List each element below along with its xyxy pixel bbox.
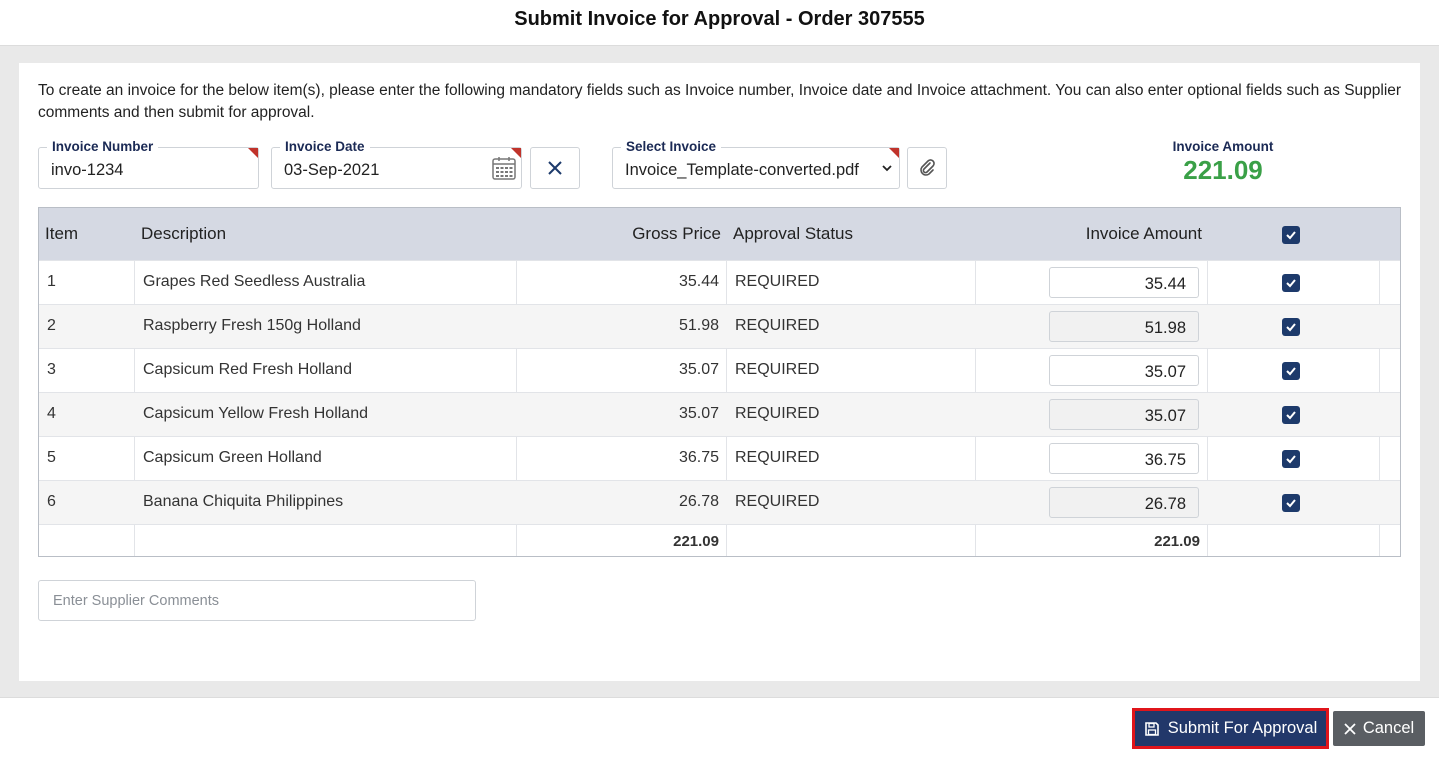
header-invoice-amount[interactable]: Invoice Amount — [1086, 224, 1202, 244]
amount-input[interactable]: 35.07 — [1049, 355, 1199, 386]
cell-item: 4 — [47, 405, 56, 422]
cell-description: Grapes Red Seedless Australia — [143, 273, 366, 290]
amount-input[interactable]: 26.78 — [1049, 487, 1199, 518]
submit-for-approval-button[interactable]: Submit For Approval — [1132, 708, 1329, 749]
table-row[interactable]: 6 Banana Chiquita Philippines 26.78 REQU… — [39, 480, 1400, 524]
total-invoice-amount: 221.09 — [1154, 533, 1200, 550]
dialog-body: To create an invoice for the below item(… — [19, 63, 1420, 681]
cell-gross-price: 51.98 — [678, 317, 719, 334]
checkmark-icon — [1286, 455, 1296, 464]
cell-description: Capsicum Yellow Fresh Holland — [143, 405, 368, 422]
instructions-text: To create an invoice for the below item(… — [38, 82, 1402, 121]
row-checkbox[interactable] — [1282, 362, 1300, 380]
amount-input[interactable]: 35.44 — [1049, 267, 1199, 298]
invoice-number-label: Invoice Number — [47, 139, 159, 155]
table-row[interactable]: 4 Capsicum Yellow Fresh Holland 35.07 RE… — [39, 392, 1400, 436]
calendar-icon[interactable] — [491, 155, 517, 181]
amount-input[interactable]: 36.75 — [1049, 443, 1199, 474]
supplier-comments-input[interactable]: Enter Supplier Comments — [38, 580, 476, 621]
header-approval-status[interactable]: Approval Status — [733, 224, 853, 244]
dialog-title: Submit Invoice for Approval - Order 3075… — [0, 0, 1439, 46]
invoice-date-value: 03-Sep-2021 — [284, 161, 380, 179]
dialog-footer: Submit For Approval Cancel — [0, 697, 1439, 763]
table-row[interactable]: 2 Raspberry Fresh 150g Holland 51.98 REQ… — [39, 304, 1400, 348]
cell-gross-price: 35.44 — [678, 273, 719, 290]
invoice-date-field[interactable]: Invoice Date 03-Sep-2021 — [271, 139, 522, 189]
row-checkbox[interactable] — [1282, 494, 1300, 512]
header-gross-price[interactable]: Gross Price — [632, 224, 721, 244]
close-icon — [548, 161, 562, 175]
cell-status: REQUIRED — [735, 361, 820, 378]
cell-status: REQUIRED — [735, 493, 820, 510]
table-row[interactable]: 1 Grapes Red Seedless Australia 35.44 RE… — [39, 260, 1400, 304]
cell-item: 1 — [47, 273, 56, 290]
cell-item: 5 — [47, 449, 56, 466]
clear-date-button[interactable] — [530, 147, 580, 189]
cell-gross-price: 35.07 — [678, 361, 719, 378]
select-invoice-value: Invoice_Template-converted.pdf — [625, 161, 859, 179]
row-checkbox[interactable] — [1282, 450, 1300, 468]
paperclip-icon — [920, 159, 935, 176]
header-description[interactable]: Description — [141, 224, 226, 244]
select-invoice-label: Select Invoice — [621, 139, 722, 155]
cancel-button[interactable]: Cancel — [1333, 711, 1425, 746]
checkmark-icon — [1286, 411, 1296, 420]
totals-row: 221.09 221.09 — [39, 524, 1400, 556]
cell-description: Raspberry Fresh 150g Holland — [143, 317, 361, 334]
invoice-amount-total: 221.09 — [1183, 155, 1263, 185]
cell-item: 2 — [47, 317, 56, 334]
checkmark-icon — [1286, 323, 1296, 332]
amount-input[interactable]: 51.98 — [1049, 311, 1199, 342]
chevron-down-icon — [882, 165, 892, 172]
row-checkbox[interactable] — [1282, 274, 1300, 292]
cancel-label: Cancel — [1362, 719, 1415, 737]
checkmark-icon — [1286, 231, 1296, 240]
invoice-number-value: invo-1234 — [51, 161, 124, 179]
invoice-items-table: Item Description Gross Price Approval St… — [38, 207, 1401, 557]
table-row[interactable]: 3 Capsicum Red Fresh Holland 35.07 REQUI… — [39, 348, 1400, 392]
amount-input[interactable]: 35.07 — [1049, 399, 1199, 430]
table-row[interactable]: 5 Capsicum Green Holland 36.75 REQUIRED … — [39, 436, 1400, 480]
cell-item: 3 — [47, 361, 56, 378]
cell-description: Banana Chiquita Philippines — [143, 493, 344, 510]
invoice-date-label: Invoice Date — [280, 139, 370, 155]
required-marker — [889, 148, 899, 158]
cell-gross-price: 36.75 — [678, 449, 719, 466]
attach-file-button[interactable] — [907, 147, 947, 189]
select-all-checkbox[interactable] — [1282, 226, 1300, 244]
cell-item: 6 — [47, 493, 56, 510]
row-checkbox[interactable] — [1282, 406, 1300, 424]
invoice-amount-label: Invoice Amount — [1172, 139, 1274, 154]
checkmark-icon — [1286, 279, 1296, 288]
cell-description: Capsicum Red Fresh Holland — [143, 361, 352, 378]
select-invoice-dropdown[interactable]: Select Invoice Invoice_Template-converte… — [612, 139, 900, 189]
cell-gross-price: 35.07 — [678, 405, 719, 422]
invoice-amount-summary: Invoice Amount 221.09 — [1168, 139, 1278, 186]
table-header: Item Description Gross Price Approval St… — [39, 208, 1400, 260]
checkmark-icon — [1286, 367, 1296, 376]
required-marker — [248, 148, 258, 158]
cell-status: REQUIRED — [735, 449, 820, 466]
cell-description: Capsicum Green Holland — [143, 449, 322, 466]
submit-label: Submit For Approval — [1167, 719, 1318, 737]
cell-gross-price: 26.78 — [678, 493, 719, 510]
row-checkbox[interactable] — [1282, 318, 1300, 336]
save-icon — [1144, 721, 1159, 736]
cell-status: REQUIRED — [735, 405, 820, 422]
cell-status: REQUIRED — [735, 317, 820, 334]
close-icon — [1344, 722, 1356, 735]
checkmark-icon — [1286, 499, 1296, 508]
total-gross-price: 221.09 — [673, 533, 719, 550]
invoice-number-field[interactable]: Invoice Number invo-1234 — [38, 139, 259, 189]
cell-status: REQUIRED — [735, 273, 820, 290]
header-item[interactable]: Item — [45, 224, 78, 244]
